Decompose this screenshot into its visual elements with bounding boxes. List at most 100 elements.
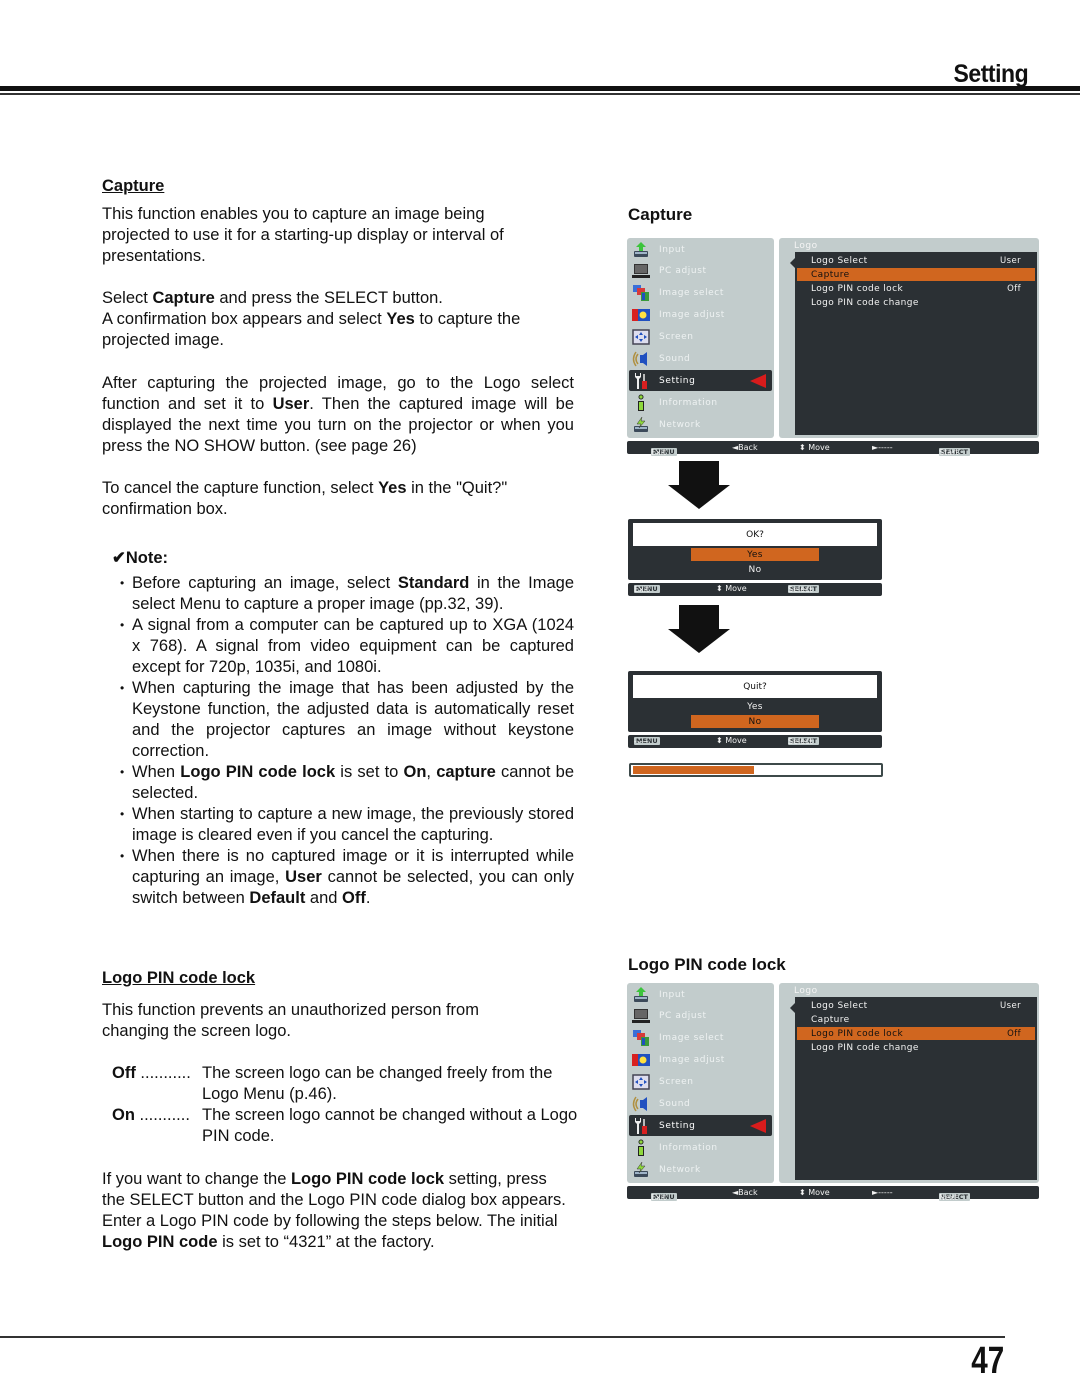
menu-item-label: Logo PIN code lock	[811, 1028, 904, 1039]
sidebar-item-label: Network	[659, 419, 701, 430]
sound-icon	[631, 350, 651, 368]
osd-panel: Logo Logo Select User Capture Logo PIN code …	[779, 238, 1039, 438]
dialog-question: OK?	[633, 523, 877, 546]
capture-step-2: A confirmation box appears and select Ye…	[102, 310, 521, 349]
note-item: When capturing the image that has been a…	[120, 678, 574, 762]
sidebar-item-information[interactable]: Information	[629, 392, 772, 413]
sidebar-item-pc-adjust[interactable]: PC adjust	[629, 1006, 772, 1027]
header-rule-thin	[0, 93, 1080, 95]
network-icon	[631, 416, 651, 434]
ok-dialog: OK? Yes No MENU Exit ⬍ Move SELECT Select	[628, 519, 882, 596]
sidebar-item-label: PC adjust	[659, 1011, 707, 1022]
menu-item-label: Logo Select	[811, 1000, 868, 1011]
sidebar-item-label: Information	[659, 1142, 718, 1153]
footer-exit: Exit	[651, 1192, 667, 1202]
osd-footer: MENU Exit ◄Back ⬍ Move ►----- SELECT Next	[627, 1186, 1039, 1202]
osd-panel: Logo Logo Select User Capture Logo PIN code …	[779, 983, 1039, 1183]
capture-cancel-text: To cancel the capture function, select Y…	[102, 479, 508, 518]
sidebar-item-sound[interactable]: Sound	[629, 349, 772, 370]
panel-content: Logo Select User Capture Logo PIN code lock…	[790, 997, 1037, 1180]
sidebar-item-label: Image adjust	[659, 1055, 725, 1066]
menu-item-label: Capture	[811, 1014, 850, 1025]
panel-pointer-icon	[790, 258, 795, 268]
pin-option-on: On ........... The screen logo cannot be…	[112, 1106, 578, 1145]
menu-item-logo-pin-code-change[interactable]: Logo PIN code change	[797, 1041, 1035, 1054]
dialog-option-yes[interactable]: Yes	[691, 548, 819, 561]
dialog-option-no[interactable]: No	[691, 715, 819, 728]
page-number: 47	[971, 1340, 1004, 1382]
footer-back: ◄Back	[732, 1188, 758, 1197]
menu-item-logo-pin-code-lock[interactable]: Logo PIN code lock Off	[797, 282, 1035, 295]
sound-icon	[631, 1095, 651, 1113]
sidebar-item-label: Information	[659, 397, 718, 408]
sidebar-item-screen[interactable]: Screen	[629, 327, 772, 348]
dialog-option-yes[interactable]: Yes	[691, 700, 819, 713]
osd-footer: MENU Exit ◄Back ⬍ Move ►----- SELECT Start	[627, 441, 1039, 457]
sidebar-item-image-adjust[interactable]: Image adjust	[629, 1050, 772, 1071]
sidebar-item-image-select[interactable]: Image select	[629, 1028, 772, 1049]
sidebar-item-information[interactable]: Information	[629, 1137, 772, 1158]
note-item: Before capturing an image, select Standa…	[120, 573, 574, 615]
menu-item-label: Logo PIN code change	[811, 1042, 919, 1053]
screen-icon	[631, 328, 651, 346]
setting-icon	[631, 1117, 651, 1135]
capture-step-1: Select Capture and press the SELECT butt…	[102, 289, 443, 307]
menu-item-logo-select[interactable]: Logo Select User	[797, 254, 1035, 267]
image-adjust-icon	[631, 1051, 651, 1069]
sidebar-item-pc-adjust[interactable]: PC adjust	[629, 261, 772, 282]
capture-heading-block: Capture	[102, 176, 574, 197]
pin-change-text: If you want to change the Logo PIN code …	[102, 1170, 566, 1251]
panel-title: Logo	[794, 986, 818, 996]
sidebar-item-setting[interactable]: Setting	[629, 370, 772, 392]
osd-menu-capture: Input PC adjust Image select Image adjust Sc…	[627, 238, 1039, 457]
pc-adjust-icon	[631, 262, 651, 280]
sidebar-item-label: PC adjust	[659, 266, 707, 277]
sidebar-item-label: Setting	[659, 375, 696, 386]
menu-item-capture[interactable]: Capture	[797, 268, 1035, 281]
input-icon	[631, 241, 651, 259]
capture-steps: Select Capture and press the SELECT butt…	[102, 288, 574, 351]
arrow-down-icon	[668, 605, 730, 653]
section-title: Setting	[953, 60, 1028, 88]
osd-body: Input PC adjust Image select Image adjust Sc…	[627, 983, 1039, 1183]
capture-after: After capturing the projected image, go …	[102, 373, 574, 457]
pin-figure-heading: Logo PIN code lock	[628, 955, 786, 974]
menu-item-logo-pin-code-change[interactable]: Logo PIN code change	[797, 296, 1035, 309]
pin-intro: This function prevents an unauthorized p…	[102, 1000, 574, 1042]
footer-next: ►-----	[872, 1188, 893, 1197]
image-select-icon	[631, 284, 651, 302]
sidebar-item-screen[interactable]: Screen	[629, 1072, 772, 1093]
pin-options: Off ........... The screen logo can be c…	[112, 1063, 582, 1147]
sidebar-item-input[interactable]: Input	[629, 984, 772, 1005]
arrow-down-icon	[668, 461, 730, 509]
sidebar-item-setting[interactable]: Setting	[629, 1115, 772, 1137]
sidebar-item-sound[interactable]: Sound	[629, 1094, 772, 1115]
sidebar-item-image-select[interactable]: Image select	[629, 283, 772, 304]
setting-icon	[631, 372, 651, 390]
menu-item-logo-select[interactable]: Logo Select User	[797, 999, 1035, 1012]
menu-item-logo-pin-code-lock[interactable]: Logo PIN code lock Off	[797, 1027, 1035, 1040]
sidebar-item-network[interactable]: Network	[629, 414, 772, 435]
sidebar-item-image-adjust[interactable]: Image adjust	[629, 305, 772, 326]
header-rule	[0, 86, 1080, 91]
osd-menu-pin: Input PC adjust Image select Image adjust Sc…	[627, 983, 1039, 1202]
pc-adjust-icon	[631, 1007, 651, 1025]
note-item: When Logo PIN code lock is set to On, ca…	[120, 762, 574, 804]
active-indicator-icon	[750, 374, 766, 389]
sidebar-item-input[interactable]: Input	[629, 239, 772, 260]
capture-intro: This function enables you to capture an …	[102, 204, 574, 267]
capture-heading: Capture	[102, 177, 165, 195]
menu-item-value: User	[1000, 1000, 1021, 1011]
menu-item-capture[interactable]: Capture	[797, 1013, 1035, 1026]
osd-sidebar: Input PC adjust Image select Image adjust Sc…	[627, 983, 774, 1183]
input-icon	[631, 986, 651, 1004]
pin-heading: Logo PIN code lock	[102, 969, 256, 987]
sidebar-item-label: Sound	[659, 354, 691, 364]
sidebar-item-label: Setting	[659, 1120, 696, 1131]
pin-heading-block: Logo PIN code lock	[102, 968, 574, 989]
sidebar-item-network[interactable]: Network	[629, 1159, 772, 1180]
footer-move: ⬍ Move	[799, 443, 830, 452]
pin-change: If you want to change the Logo PIN code …	[102, 1169, 574, 1253]
dialog-option-no[interactable]: No	[691, 563, 819, 576]
dialog-footer: MENU Exit ⬍ Move SELECT Select	[628, 583, 882, 596]
